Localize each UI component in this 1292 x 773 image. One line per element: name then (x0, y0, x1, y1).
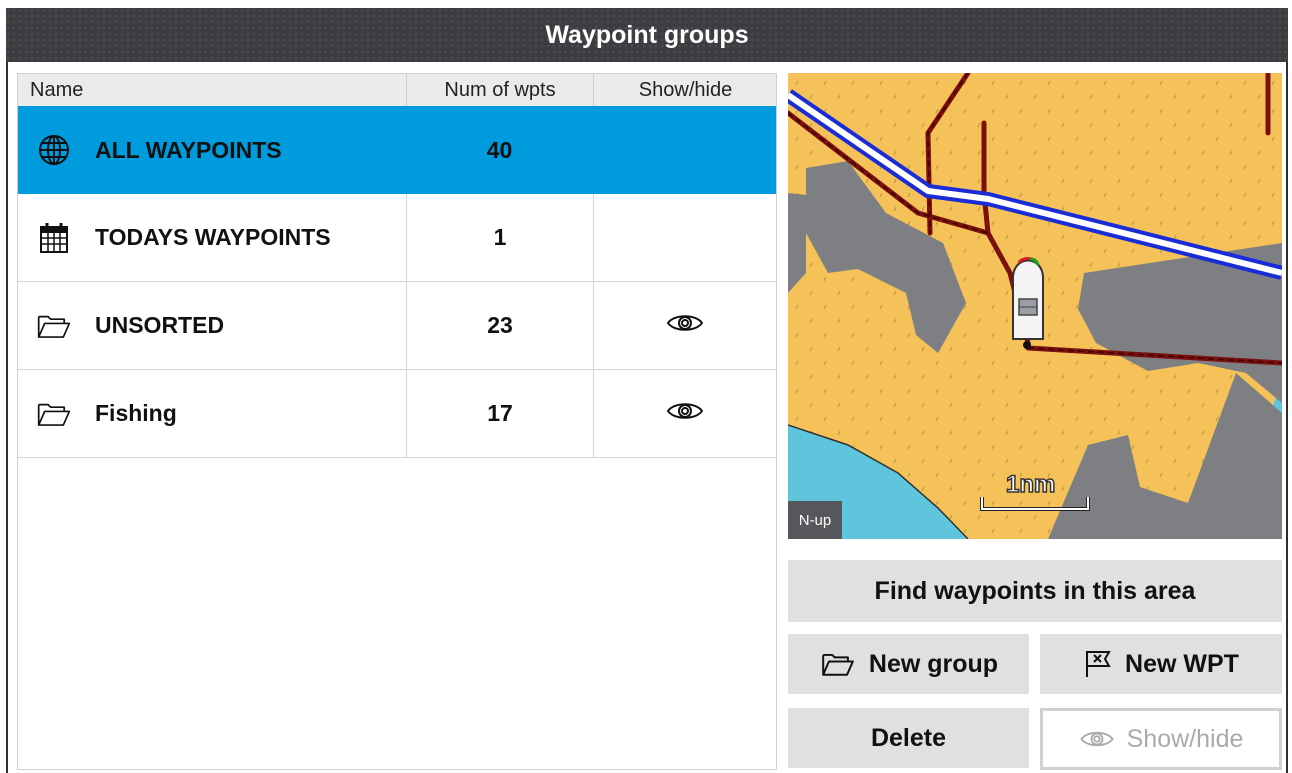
row-name-cell: TODAYS WAYPOINTS (18, 194, 405, 281)
delete-label: Delete (870, 723, 947, 752)
globe-icon (37, 133, 71, 167)
scale-bar-label: 1nm (1005, 470, 1056, 499)
new-group-button[interactable]: New group (788, 634, 1029, 694)
folder-icon (37, 397, 71, 431)
row-name-cell: Fishing (18, 370, 405, 457)
row-name-cell: UNSORTED (18, 282, 405, 369)
row-count: 40 (486, 136, 513, 163)
show-hide-label: Show/hide (1126, 724, 1244, 753)
row-show-hide-cell (593, 106, 776, 194)
table-row[interactable]: TODAYS WAYPOINTS 1 (18, 194, 776, 282)
find-waypoints-label: Find waypoints in this area (874, 576, 1196, 605)
table-row[interactable]: ALL WAYPOINTS 40 (18, 106, 776, 194)
row-show-hide-cell (593, 370, 776, 457)
row-count: 23 (406, 282, 593, 369)
row-label: Fishing (95, 400, 177, 426)
column-header-name[interactable]: Name (30, 74, 83, 106)
show-hide-button[interactable]: Show/hide (1040, 708, 1282, 770)
eye-icon[interactable] (666, 311, 704, 340)
column-header-count[interactable]: Num of wpts (406, 74, 593, 106)
vessel-icon (1012, 257, 1044, 349)
table-header: Name Num of wpts Show/hide (18, 74, 776, 107)
new-group-label: New group (868, 649, 999, 678)
delete-button[interactable]: Delete (788, 708, 1029, 768)
new-waypoint-label: New WPT (1125, 649, 1239, 678)
table-row[interactable]: UNSORTED 23 (18, 282, 776, 370)
table-row[interactable]: Fishing 17 (18, 370, 776, 458)
row-show-hide-cell (593, 282, 776, 369)
row-count: 17 (406, 370, 593, 457)
row-label: ALL WAYPOINTS (95, 136, 282, 163)
waypoint-flag-icon (1083, 649, 1113, 679)
column-header-show-hide[interactable]: Show/hide (593, 74, 777, 106)
new-waypoint-button[interactable]: New WPT (1040, 634, 1282, 694)
row-label: UNSORTED (95, 312, 225, 338)
window-left-border (6, 62, 8, 773)
eye-icon (1079, 728, 1115, 750)
waypoint-groups-window: Waypoint groups Name Num of wpts Show/hi… (0, 0, 1292, 773)
row-name-cell: ALL WAYPOINTS (18, 106, 405, 194)
row-count: 1 (406, 194, 593, 281)
row-show-hide-cell (593, 194, 776, 281)
chart-preview[interactable]: 1nm N-up (788, 73, 1282, 539)
eye-icon[interactable] (666, 399, 704, 428)
row-label: TODAYS WAYPOINTS (95, 224, 331, 250)
window-title: Waypoint groups (6, 8, 1288, 62)
orientation-badge[interactable]: N-up (788, 501, 842, 539)
calendar-icon (37, 221, 71, 255)
folder-icon (819, 650, 857, 678)
waypoint-groups-table: Name Num of wpts Show/hide ALL WAYPOINTS (17, 73, 777, 770)
window-right-border (1286, 62, 1288, 773)
folder-icon (37, 309, 71, 343)
find-waypoints-button[interactable]: Find waypoints in this area (788, 560, 1282, 622)
